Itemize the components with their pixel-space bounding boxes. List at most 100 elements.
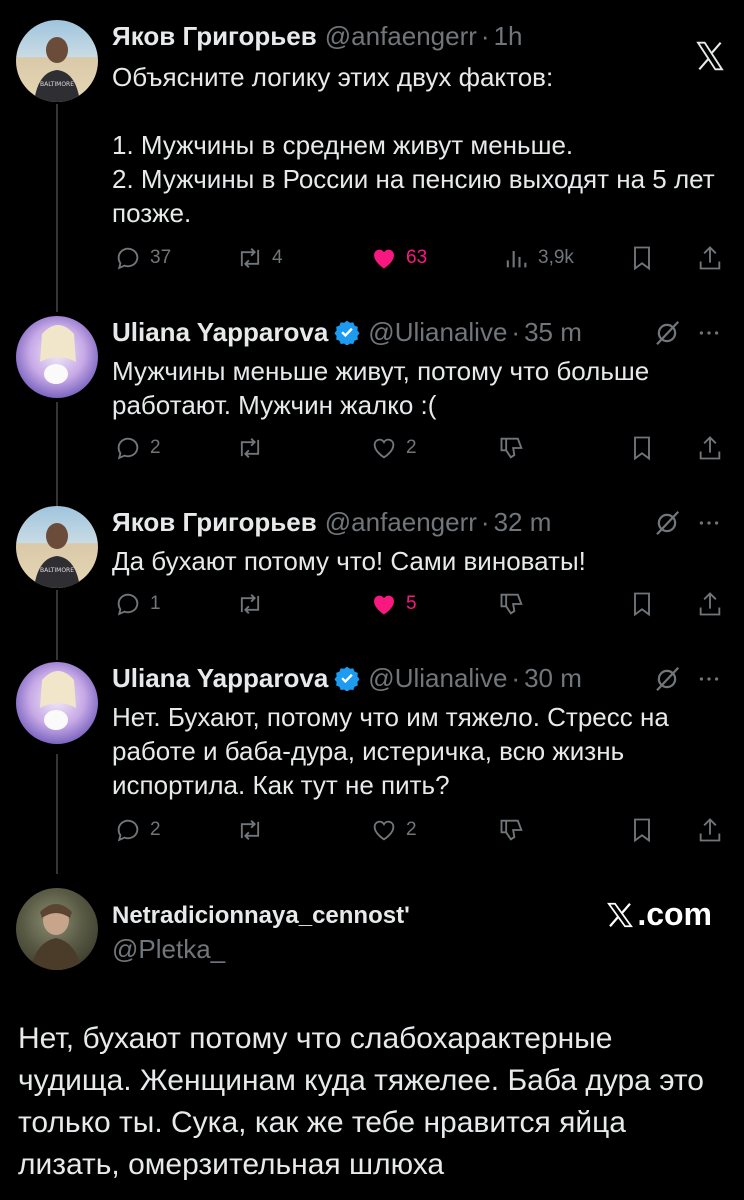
share-icon xyxy=(699,592,721,616)
bookmark-button[interactable] xyxy=(628,588,656,620)
tweet-text: Нет, бухают потому что слабохарактерные … xyxy=(18,1022,704,1181)
reply-icon xyxy=(117,593,139,616)
repost-icon xyxy=(240,820,260,840)
bookmark-button[interactable] xyxy=(628,432,656,464)
avatar[interactable] xyxy=(16,888,98,970)
tweet-header: Uliana Yapparova @Ulianalive · 30 m xyxy=(112,662,582,694)
thread-line xyxy=(56,104,58,312)
like-button[interactable]: 5 xyxy=(370,588,417,620)
author-handle[interactable]: @Pletka_ xyxy=(112,934,225,965)
timestamp[interactable]: 1h xyxy=(494,21,523,52)
separator-dot: · xyxy=(511,662,521,693)
dislike-icon xyxy=(500,593,523,615)
share-icon xyxy=(699,246,721,270)
heart-icon xyxy=(373,820,395,841)
tweet-header: Яков Григорьев @anfaengerr · 1h xyxy=(112,20,523,52)
dislike-button[interactable] xyxy=(498,814,526,846)
reply-button[interactable]: 2 xyxy=(114,432,161,464)
like-count: 2 xyxy=(406,437,417,458)
bookmark-button[interactable] xyxy=(628,242,656,274)
reply-count: 1 xyxy=(150,593,161,614)
repost-icon xyxy=(240,248,260,268)
verified-icon xyxy=(334,666,360,691)
views-icon xyxy=(506,251,527,268)
more-icon[interactable] xyxy=(696,508,722,538)
author-handle[interactable]: @Ulianalive xyxy=(368,663,507,694)
tweet-header: Яков Григорьев @anfaengerr · 32 m xyxy=(112,506,551,538)
timestamp[interactable]: 35 m xyxy=(524,317,582,348)
bookmark-icon xyxy=(634,592,650,617)
author-name[interactable]: Netradicionnaya_cennost' xyxy=(112,902,410,930)
grok-icon[interactable] xyxy=(652,664,682,694)
avatar[interactable]: BALTIMORE xyxy=(16,506,98,588)
author-name[interactable]: Яков Григорьев xyxy=(112,507,317,538)
thread-line xyxy=(56,402,58,506)
tweet-text: Мужчины меньше живут, потому что больше … xyxy=(112,356,657,420)
x-logo-icon xyxy=(607,902,634,927)
share-button[interactable] xyxy=(696,588,724,620)
tweet-header: Uliana Yapparova @Ulianalive · 35 m xyxy=(112,316,582,348)
tweet-actions: 37 4 63 3,9k xyxy=(112,242,728,274)
author-handle[interactable]: @Ulianalive xyxy=(368,317,507,348)
repost-button[interactable] xyxy=(236,588,264,620)
verified-icon xyxy=(334,320,360,345)
author-handle[interactable]: @anfaengerr xyxy=(325,21,477,52)
reply-button[interactable]: 2 xyxy=(114,814,161,846)
like-count: 5 xyxy=(406,593,417,614)
bookmark-icon xyxy=(634,246,650,271)
like-count: 2 xyxy=(406,819,417,840)
like-button[interactable]: 2 xyxy=(370,432,417,464)
share-button[interactable] xyxy=(696,242,724,274)
dislike-button[interactable] xyxy=(498,432,526,464)
site-label: .com xyxy=(637,896,712,932)
tweet-text: Объясните логику этих двух фактов: 1. Му… xyxy=(112,62,715,228)
views-button[interactable]: 3,9k xyxy=(502,242,574,274)
repost-button[interactable] xyxy=(236,814,264,846)
like-button[interactable]: 63 xyxy=(370,242,427,274)
reply-count: 2 xyxy=(150,437,161,458)
separator-dot: · xyxy=(511,316,521,347)
avatar[interactable] xyxy=(16,662,98,744)
author-handle[interactable]: @anfaengerr xyxy=(325,507,477,538)
share-icon xyxy=(699,436,721,460)
reply-button[interactable]: 37 xyxy=(114,242,171,274)
timestamp[interactable]: 32 m xyxy=(494,507,552,538)
more-icon[interactable] xyxy=(696,664,722,694)
avatar[interactable] xyxy=(16,316,98,398)
bookmark-icon xyxy=(634,818,650,843)
repost-button[interactable] xyxy=(236,432,264,464)
reply-count: 37 xyxy=(150,247,172,268)
share-icon xyxy=(699,818,721,842)
reply-icon xyxy=(117,437,139,460)
tweet-text: Нет. Бухают, потому что им тяжело. Стрес… xyxy=(112,702,677,800)
separator-dot: · xyxy=(480,20,490,51)
view-count: 3,9k xyxy=(538,247,574,268)
reply-icon xyxy=(117,819,139,842)
reply-button[interactable]: 1 xyxy=(114,588,161,620)
heart-icon xyxy=(373,438,395,459)
tweet-text: Да бухают потому что! Сами виноваты! xyxy=(112,546,586,576)
grok-icon[interactable] xyxy=(652,508,682,538)
share-button[interactable] xyxy=(696,814,724,846)
author-name[interactable]: Uliana Yapparova xyxy=(112,663,328,694)
timestamp[interactable]: 30 m xyxy=(524,663,582,694)
reply-icon xyxy=(117,247,139,270)
avatar[interactable]: BALTIMORE xyxy=(16,20,98,102)
author-name[interactable]: Uliana Yapparova xyxy=(112,317,328,348)
svg-text:BALTIMORE: BALTIMORE xyxy=(40,567,74,574)
more-icon[interactable] xyxy=(696,318,722,348)
repost-icon xyxy=(240,438,260,458)
separator-dot: · xyxy=(480,506,490,537)
repost-count: 4 xyxy=(272,247,283,268)
like-count: 63 xyxy=(406,247,428,268)
tweet-actions: 2 2 xyxy=(112,432,728,464)
bookmark-button[interactable] xyxy=(628,814,656,846)
x-com-brand: .com xyxy=(605,896,712,933)
dislike-button[interactable] xyxy=(498,588,526,620)
grok-icon[interactable] xyxy=(652,318,682,348)
share-button[interactable] xyxy=(696,432,724,464)
repost-button[interactable]: 4 xyxy=(236,242,283,274)
tweet-actions: 1 5 xyxy=(112,588,728,620)
like-button[interactable]: 2 xyxy=(370,814,417,846)
author-name[interactable]: Яков Григорьев xyxy=(112,21,317,52)
